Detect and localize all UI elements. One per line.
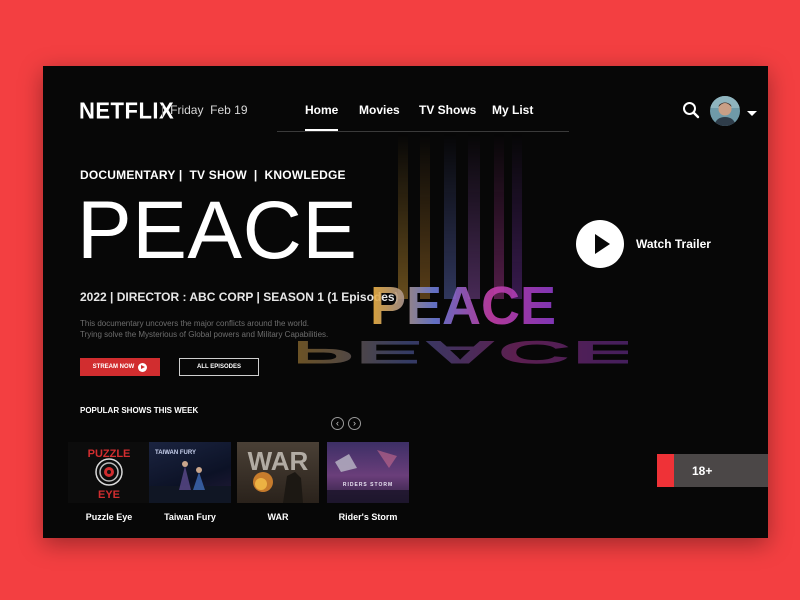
- show-title: Rider's Storm: [338, 512, 398, 522]
- thumb-art-text: PUZZLE: [88, 448, 131, 460]
- watch-trailer-label: Watch Trailer: [636, 237, 711, 251]
- stream-now-button[interactable]: STREAM NOW: [80, 358, 160, 376]
- show-thumbnail: RIDERS STORM: [327, 442, 409, 503]
- show-title: Taiwan Fury: [164, 512, 216, 522]
- nav-movies[interactable]: Movies: [359, 103, 400, 117]
- date-text: Friday Feb 19: [170, 103, 248, 117]
- search-icon[interactable]: [682, 101, 700, 119]
- thumb-art-text: RIDERS STORM: [343, 482, 393, 488]
- chevron-right-icon[interactable]: ›: [348, 417, 361, 430]
- avatar[interactable]: [710, 96, 740, 126]
- main-nav: Home Movies TV Shows My List: [277, 96, 569, 132]
- chevron-left-icon[interactable]: ‹: [331, 417, 344, 430]
- show-thumbnail: WAR: [237, 442, 319, 503]
- show-card[interactable]: TAIWAN FURY Taiwan Fury: [149, 442, 231, 522]
- play-trailer-icon: [576, 220, 624, 268]
- thumb-art-text: WAR: [248, 446, 309, 476]
- netflix-logo[interactable]: NETFLIX: [79, 97, 174, 124]
- play-icon: [138, 362, 148, 372]
- avatar-image: [710, 96, 740, 126]
- stream-now-label: STREAM NOW: [92, 364, 135, 370]
- show-card[interactable]: WAR WAR: [237, 442, 319, 522]
- age-rating-label: 18+: [692, 463, 713, 478]
- nav-tv-shows[interactable]: TV Shows: [419, 103, 476, 117]
- all-episodes-button[interactable]: ALL EPISODES: [179, 358, 259, 376]
- show-card[interactable]: PUZZLE EYE Puzzle Eye: [68, 442, 150, 522]
- watch-trailer-button[interactable]: Watch Trailer: [576, 220, 711, 268]
- nav-home[interactable]: Home: [305, 103, 339, 131]
- thumb-art-text: EYE: [98, 489, 120, 501]
- show-title: WAR: [267, 512, 289, 522]
- popular-heading: POPULAR SHOWS THIS WEEK: [80, 406, 199, 415]
- all-episodes-label: ALL EPISODES: [197, 364, 241, 370]
- nav-my-list[interactable]: My List: [492, 103, 533, 117]
- key-art-reflection: PEACE: [298, 334, 628, 370]
- show-title: Puzzle Eye: [85, 512, 133, 522]
- age-rating-badge: 18+: [657, 454, 768, 487]
- show-thumbnail: PUZZLE EYE: [68, 442, 150, 503]
- date-separator: |: [161, 103, 165, 117]
- rating-accent-bar: [657, 454, 674, 487]
- show-thumbnail: TAIWAN FURY: [149, 442, 231, 503]
- app-window: NETFLIX | Friday Feb 19 Home Movies TV Sh…: [43, 66, 768, 538]
- show-card[interactable]: RIDERS STORM Rider's Storm: [327, 442, 409, 522]
- key-art-title: PEACE: [370, 276, 556, 336]
- thumb-art-text: TAIWAN FURY: [155, 450, 196, 456]
- caret-down-icon[interactable]: [747, 111, 757, 116]
- date-display: | Friday Feb 19: [161, 103, 248, 117]
